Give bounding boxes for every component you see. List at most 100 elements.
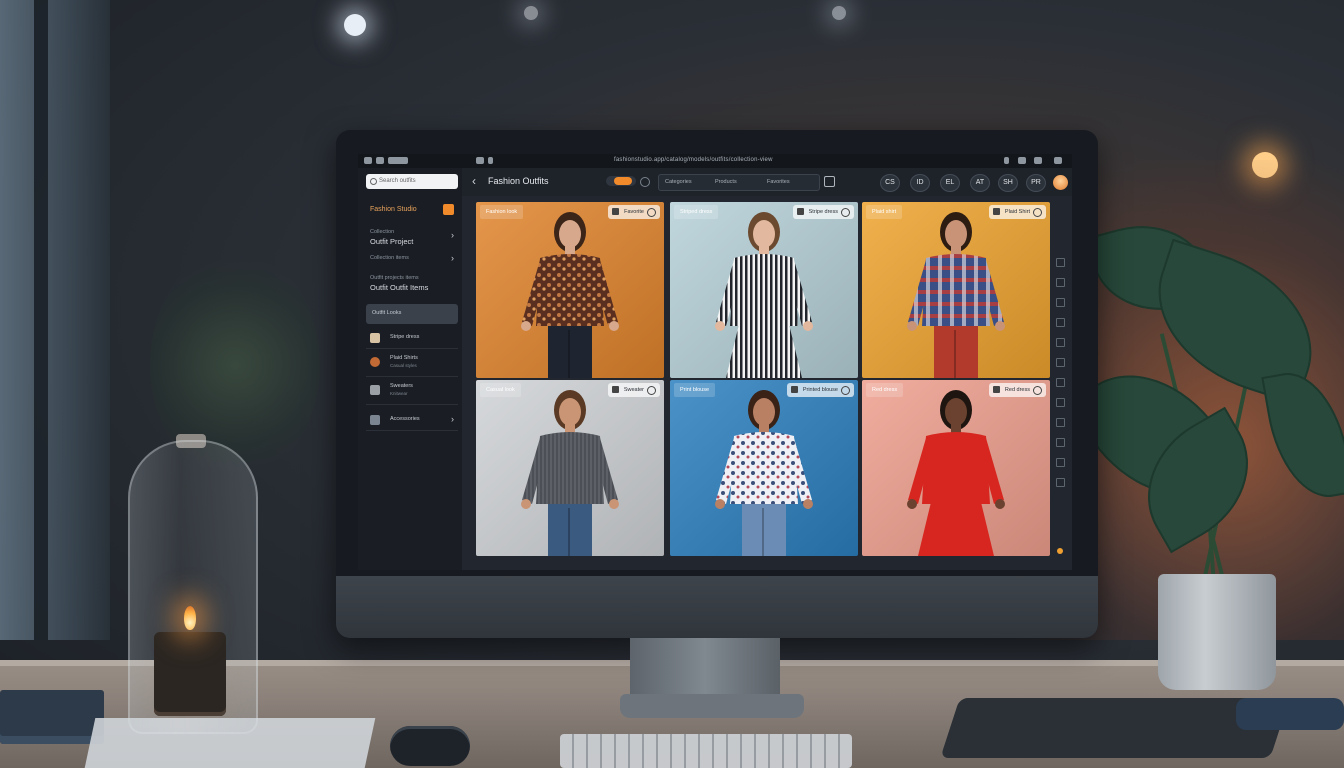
- rail-tool-icon[interactable]: [1056, 338, 1065, 347]
- sidebar-item-label: Sweaters: [390, 383, 413, 389]
- favorite-icon[interactable]: [841, 386, 850, 395]
- rail-tool-icon[interactable]: [1056, 438, 1065, 447]
- grid-view-icon[interactable]: [824, 176, 835, 187]
- chevron-right-icon: ›: [451, 414, 454, 424]
- sidebar-item-plaid-shirts[interactable]: Plaid Shirts Casual styles: [366, 352, 458, 377]
- outfit-card[interactable]: Print blouse Printed blouse: [670, 380, 858, 556]
- favorite-icon[interactable]: [647, 386, 656, 395]
- tab-icon[interactable]: [388, 157, 408, 164]
- model-photo: [476, 380, 664, 556]
- outfit-card[interactable]: Plaid shirt Plaid Shirt: [862, 202, 1050, 378]
- model-photo: [862, 380, 1050, 556]
- toolbar: ‹ Fashion Outfits Categories Products Fa…: [462, 168, 1072, 196]
- home-icon[interactable]: [476, 157, 484, 164]
- rail-tool-icon[interactable]: [1056, 278, 1065, 287]
- monitor-chin: [336, 576, 1098, 638]
- card-chip[interactable]: Favorite: [608, 205, 660, 219]
- tag-icon: [790, 386, 798, 393]
- rail-tool-icon[interactable]: [1056, 478, 1065, 487]
- card-chip[interactable]: Red dress: [988, 383, 1046, 397]
- close-icon[interactable]: [1054, 157, 1062, 164]
- model-photo: [670, 380, 858, 556]
- model-photo: [670, 202, 858, 378]
- settings-icon[interactable]: [1004, 157, 1009, 164]
- rail-tool-icon[interactable]: [1056, 418, 1065, 427]
- rail-tool-icon[interactable]: [1056, 258, 1065, 267]
- rail-tool-icon[interactable]: [1056, 358, 1065, 367]
- rail-tool-icon[interactable]: [1056, 298, 1065, 307]
- profile-icon[interactable]: [1034, 157, 1042, 164]
- view-toggle-on[interactable]: [614, 177, 632, 185]
- page-title: Fashion Outfits: [488, 176, 549, 186]
- favorite-icon[interactable]: [647, 208, 656, 217]
- tag-icon: [992, 386, 1000, 393]
- favorite-icon[interactable]: [841, 208, 850, 217]
- filter-categories[interactable]: Categories: [665, 177, 692, 187]
- outfit-card[interactable]: Casual look Sweater: [476, 380, 664, 556]
- ceiling-light: [344, 14, 366, 36]
- card-tag: Print blouse: [674, 383, 716, 397]
- card-chip[interactable]: Printed blouse: [786, 383, 854, 397]
- filter-products[interactable]: Products: [715, 177, 737, 187]
- window: [0, 0, 110, 640]
- outfit-card[interactable]: Red dress Red dress: [862, 380, 1050, 556]
- tool-button-sh[interactable]: SH: [998, 174, 1018, 192]
- tool-button-pr[interactable]: PR: [1026, 174, 1046, 192]
- card-chip[interactable]: Sweater: [607, 383, 660, 397]
- model-photo: [476, 202, 664, 378]
- view-toggle-off-icon[interactable]: [640, 177, 650, 187]
- favorite-icon[interactable]: [1033, 386, 1042, 395]
- tool-button-cs[interactable]: CS: [880, 174, 900, 192]
- card-chip[interactable]: Plaid Shirt: [988, 205, 1046, 219]
- ceiling-light: [524, 6, 538, 20]
- card-chip-label: Sweater: [623, 387, 644, 393]
- monitor-stand-base: [620, 694, 804, 718]
- tag-icon: [796, 208, 804, 215]
- sidebar-item-label: Accessories: [390, 416, 420, 422]
- computer-mouse: [390, 726, 470, 766]
- notification-icon[interactable]: [1018, 157, 1026, 164]
- card-chip-label: Printed blouse: [802, 387, 838, 393]
- group-caption: Collection items: [370, 255, 409, 261]
- brand-row[interactable]: Fashion Studio: [366, 204, 458, 216]
- plant-pot: [1158, 574, 1276, 690]
- back-icon[interactable]: ‹: [472, 174, 476, 188]
- card-tag: Plaid shirt: [866, 205, 903, 219]
- item-thumbnail: [370, 415, 380, 425]
- outfit-card[interactable]: Striped dress Stripe dress: [670, 202, 858, 378]
- avatar[interactable]: [1053, 175, 1068, 190]
- tool-button-id[interactable]: ID: [910, 174, 930, 192]
- sidebar-group-collection[interactable]: Collection Outfit Project ›: [370, 228, 458, 252]
- chevron-right-icon: ›: [451, 253, 454, 263]
- menu-icon[interactable]: [364, 157, 372, 164]
- section-title: Outfit Outfit Items: [370, 283, 429, 292]
- card-chip-label: Favorite: [624, 209, 644, 215]
- rail-tool-icon[interactable]: [1056, 398, 1065, 407]
- tag-icon: [992, 208, 1000, 215]
- card-chip[interactable]: Stripe dress: [792, 205, 854, 219]
- add-icon[interactable]: [443, 204, 454, 215]
- rail-tool-icon[interactable]: [1056, 318, 1065, 327]
- outfit-card[interactable]: Fashion look Favorite: [476, 202, 664, 378]
- sidebar-group-items[interactable]: Collection items ›: [370, 253, 458, 266]
- filter-favorites[interactable]: Favorites: [767, 177, 790, 187]
- rail-tool-icon[interactable]: [1056, 458, 1065, 467]
- refresh-icon[interactable]: [488, 157, 493, 164]
- rail-tool-icon[interactable]: [1056, 378, 1065, 387]
- card-tag: Casual look: [480, 383, 521, 397]
- sidebar-item-accessories[interactable]: Accessories ›: [366, 410, 458, 431]
- sidebar: Search outfits Fashion Studio Collection…: [358, 168, 462, 570]
- tool-button-el[interactable]: EL: [940, 174, 960, 192]
- url-bar[interactable]: fashionstudio.app/catalog/models/outfits…: [614, 156, 850, 165]
- sidebar-item-label: Plaid Shirts: [390, 355, 418, 361]
- sidebar-item-sweaters[interactable]: Sweaters Knitwear: [366, 380, 458, 405]
- tab-icon[interactable]: [376, 157, 384, 164]
- section-caption: Outfit projects items: [370, 275, 419, 281]
- sidebar-item-stripe-dress[interactable]: Stripe dress: [366, 328, 458, 349]
- favorite-icon[interactable]: [1033, 208, 1042, 217]
- card-tag: Fashion look: [480, 205, 524, 219]
- candle-flame: [184, 606, 196, 630]
- tool-button-at[interactable]: AT: [970, 174, 990, 192]
- sidebar-item-outfit-looks[interactable]: Outfit Looks: [366, 304, 458, 324]
- search-input[interactable]: Search outfits: [366, 174, 458, 189]
